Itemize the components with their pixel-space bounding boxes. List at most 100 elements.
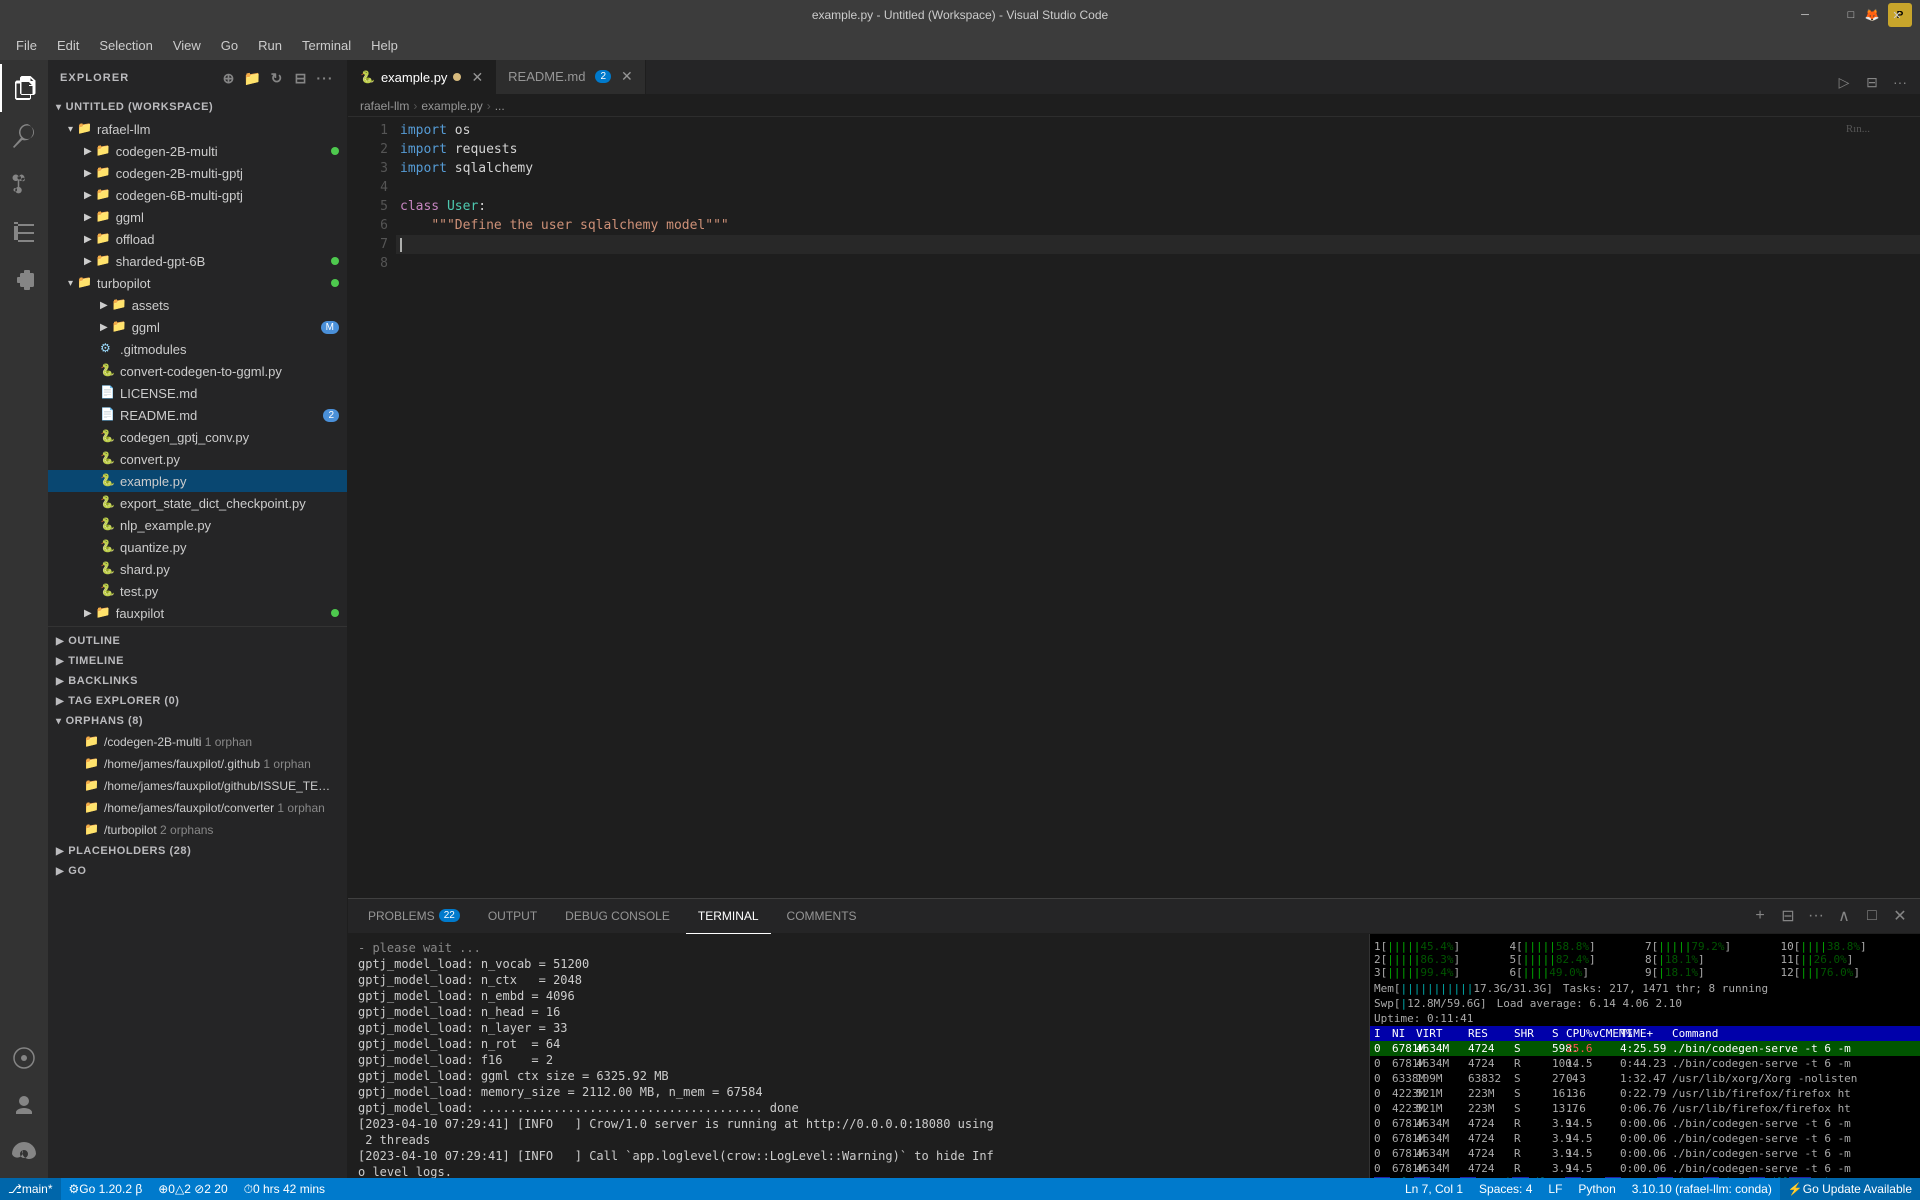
panel-close-button[interactable]: ✕ xyxy=(1888,904,1912,928)
folder-sharded-gpt-6B[interactable]: ▶ 📁 sharded-gpt-6B xyxy=(48,250,347,272)
file-nlp[interactable]: 🐍 nlp_example.py xyxy=(48,514,347,536)
breadcrumb-dots[interactable]: ... xyxy=(495,99,505,113)
htop-panel[interactable]: 1[|||||45.4%] 4[|||||58.8%] 7[|||||79.2%… xyxy=(1370,934,1920,1178)
cursor-position-status[interactable]: Ln 7, Col 1 xyxy=(1397,1178,1471,1200)
menu-view[interactable]: View xyxy=(165,34,209,57)
htop-row-5[interactable]: 0 4223M 521M 223M S 13.7 1.6 0:06.76 /us… xyxy=(1370,1101,1920,1116)
search-activity-icon[interactable] xyxy=(0,112,48,160)
htop-row-6[interactable]: 0 6781M 4634M 4724 R 3.9 14.5 0:00.06 ./… xyxy=(1370,1116,1920,1131)
tab-close-button[interactable]: ✕ xyxy=(471,69,483,86)
placeholders-section[interactable]: ▶ PLACEHOLDERS (28) xyxy=(48,841,347,861)
folder-turbopilot[interactable]: ▾ 📁 turbopilot xyxy=(48,272,347,294)
language-status[interactable]: Python xyxy=(1570,1178,1623,1200)
file-readme[interactable]: 📄 README.md 2 xyxy=(48,404,347,426)
terminal-output[interactable]: - please wait ... gptj_model_load: n_voc… xyxy=(348,934,1370,1178)
comments-tab[interactable]: COMMENTS xyxy=(775,899,869,934)
minimize-button[interactable]: ─ xyxy=(1782,0,1828,30)
orphans-section[interactable]: ▾ ORPHANS (8) xyxy=(48,711,347,731)
outline-section[interactable]: ▶ OUTLINE xyxy=(48,631,347,651)
terminal-tab[interactable]: TERMINAL xyxy=(686,899,771,934)
more-actions-button[interactable]: ··· xyxy=(1888,70,1912,94)
collapse-button[interactable]: ⊟ xyxy=(291,68,311,88)
htop-row-8[interactable]: 0 6781M 4634M 4724 R 3.9 14.5 0:00.06 ./… xyxy=(1370,1146,1920,1161)
file-quantize[interactable]: 🐍 quantize.py xyxy=(48,536,347,558)
htop-row-9[interactable]: 0 6781M 4634M 4724 R 3.9 14.5 0:00.06 ./… xyxy=(1370,1161,1920,1176)
go-version-status[interactable]: ⚙ Go 1.20.2 β xyxy=(61,1178,151,1200)
tab-example-py[interactable]: 🐍 example.py ✕ xyxy=(348,60,496,94)
htop-row-1[interactable]: 0 6781M 4634M 4724 S 598. 25.6 4:25.59 .… xyxy=(1370,1041,1920,1056)
htop-row-4[interactable]: 0 4223M 521M 223M S 16.3 1.6 0:22.79 /us… xyxy=(1370,1086,1920,1101)
htop-row-7[interactable]: 0 6781M 4634M 4724 R 3.9 14.5 0:00.06 ./… xyxy=(1370,1131,1920,1146)
timeline-section[interactable]: ▶ TIMELINE xyxy=(48,651,347,671)
split-editor-button[interactable]: ⊟ xyxy=(1860,70,1884,94)
terminal-more-button[interactable]: ··· xyxy=(1804,904,1828,928)
indentation-status[interactable]: Spaces: 4 xyxy=(1471,1178,1540,1200)
go-section[interactable]: ▶ GO xyxy=(48,861,347,881)
workspace-header[interactable]: ▾ UNTITLED (WORKSPACE) xyxy=(48,96,347,118)
menu-terminal[interactable]: Terminal xyxy=(294,34,359,57)
file-convert-codegen[interactable]: 🐍 convert-codegen-to-ggml.py xyxy=(48,360,347,382)
panel-minimize-button[interactable]: ∧ xyxy=(1832,904,1856,928)
maximize-button[interactable]: □ xyxy=(1828,0,1874,30)
errors-status[interactable]: ⊕ 0△2 ⊘2 20 xyxy=(150,1178,235,1200)
new-file-button[interactable]: ⊕ xyxy=(219,68,239,88)
close-button[interactable]: ✕ xyxy=(1874,0,1920,30)
folder-fauxpilot[interactable]: ▶ 📁 fauxpilot xyxy=(48,602,347,624)
tab-readme-md[interactable]: README.md 2 ✕ xyxy=(496,60,646,94)
file-shard[interactable]: 🐍 shard.py xyxy=(48,558,347,580)
orphan-codegen[interactable]: 📁 /codegen-2B-multi 1 orphan xyxy=(48,731,347,753)
folder-codegen-6B-multi-gptj[interactable]: ▶ 📁 codegen-6B-multi-gptj xyxy=(48,184,347,206)
panel-maximize-button[interactable]: □ xyxy=(1860,904,1884,928)
run-button[interactable]: ▷ xyxy=(1832,70,1856,94)
orphan-github[interactable]: 📁 /home/james/fauxpilot/.github 1 orphan xyxy=(48,753,347,775)
split-terminal-button[interactable]: ⊟ xyxy=(1776,904,1800,928)
breadcrumb-rafael[interactable]: rafael-llm xyxy=(360,99,409,113)
tag-explorer-section[interactable]: ▶ TAG EXPLORER (0) xyxy=(48,691,347,711)
file-convert[interactable]: 🐍 convert.py xyxy=(48,448,347,470)
file-gitmodules[interactable]: ⚙ .gitmodules xyxy=(48,338,347,360)
time-status[interactable]: ⏱ 0 hrs 42 mins xyxy=(236,1178,333,1200)
folder-rafael-llm[interactable]: ▾ 📁 rafael-llm xyxy=(48,118,347,140)
settings-activity-icon[interactable] xyxy=(0,1130,48,1178)
menu-file[interactable]: File xyxy=(8,34,45,57)
git-branch-status[interactable]: ⎇ main* xyxy=(0,1178,61,1200)
folder-ggml-inner[interactable]: ▶ 📁 ggml M xyxy=(48,316,347,338)
menu-edit[interactable]: Edit xyxy=(49,34,87,57)
folder-offload[interactable]: ▶ 📁 offload xyxy=(48,228,347,250)
add-terminal-button[interactable]: + xyxy=(1748,904,1772,928)
more-options-button[interactable]: ··· xyxy=(315,68,335,88)
python-version-status[interactable]: 3.10.10 (rafael-llm: conda) xyxy=(1624,1178,1780,1200)
file-license[interactable]: 📄 LICENSE.md xyxy=(48,382,347,404)
refresh-button[interactable]: ↻ xyxy=(267,68,287,88)
folder-assets[interactable]: ▶ 📁 assets xyxy=(48,294,347,316)
folder-ggml[interactable]: ▶ 📁 ggml xyxy=(48,206,347,228)
problems-tab[interactable]: PROBLEMS 22 xyxy=(356,899,472,934)
accounts-activity-icon[interactable] xyxy=(0,1082,48,1130)
source-control-activity-icon[interactable] xyxy=(0,160,48,208)
backlinks-section[interactable]: ▶ BACKLINKS xyxy=(48,671,347,691)
line-ending-status[interactable]: LF xyxy=(1540,1178,1570,1200)
menu-go[interactable]: Go xyxy=(213,34,246,57)
debug-console-tab[interactable]: DEBUG CONSOLE xyxy=(553,899,682,934)
file-example[interactable]: 🐍 example.py xyxy=(48,470,347,492)
menu-help[interactable]: Help xyxy=(363,34,406,57)
output-tab[interactable]: OUTPUT xyxy=(476,899,549,934)
orphan-issue[interactable]: 📁 /home/james/fauxpilot/github/ISSUE_TEM… xyxy=(48,775,347,797)
menu-run[interactable]: Run xyxy=(250,34,290,57)
folder-codegen-2B-multi-gptj[interactable]: ▶ 📁 codegen-2B-multi-gptj xyxy=(48,162,347,184)
new-folder-button[interactable]: 📁 xyxy=(243,68,263,88)
htop-row-2[interactable]: 0 6781M 4634M 4724 R 100. 14.5 0:44.23 .… xyxy=(1370,1056,1920,1071)
remote-activity-icon[interactable] xyxy=(0,1034,48,1082)
tab-readme-close[interactable]: ✕ xyxy=(621,68,633,85)
menu-selection[interactable]: Selection xyxy=(91,34,160,57)
orphan-turbopilot[interactable]: 📁 /turbopilot 2 orphans xyxy=(48,819,347,841)
htop-row-3[interactable]: 0 6338M 109M 63832 S 27.4 0.3 1:32.47 /u… xyxy=(1370,1071,1920,1086)
explorer-activity-icon[interactable] xyxy=(0,64,48,112)
breadcrumb-example[interactable]: example.py xyxy=(421,99,482,113)
file-test[interactable]: 🐍 test.py xyxy=(48,580,347,602)
orphan-converter[interactable]: 📁 /home/james/fauxpilot/converter 1 orph… xyxy=(48,797,347,819)
folder-codegen-2B-multi[interactable]: ▶ 📁 codegen-2B-multi xyxy=(48,140,347,162)
extensions-activity-icon[interactable] xyxy=(0,256,48,304)
code-editor[interactable]: 1 2 3 4 5 6 7 8 import os import request… xyxy=(348,117,1920,898)
file-codegen-gptj[interactable]: 🐍 codegen_gptj_conv.py xyxy=(48,426,347,448)
